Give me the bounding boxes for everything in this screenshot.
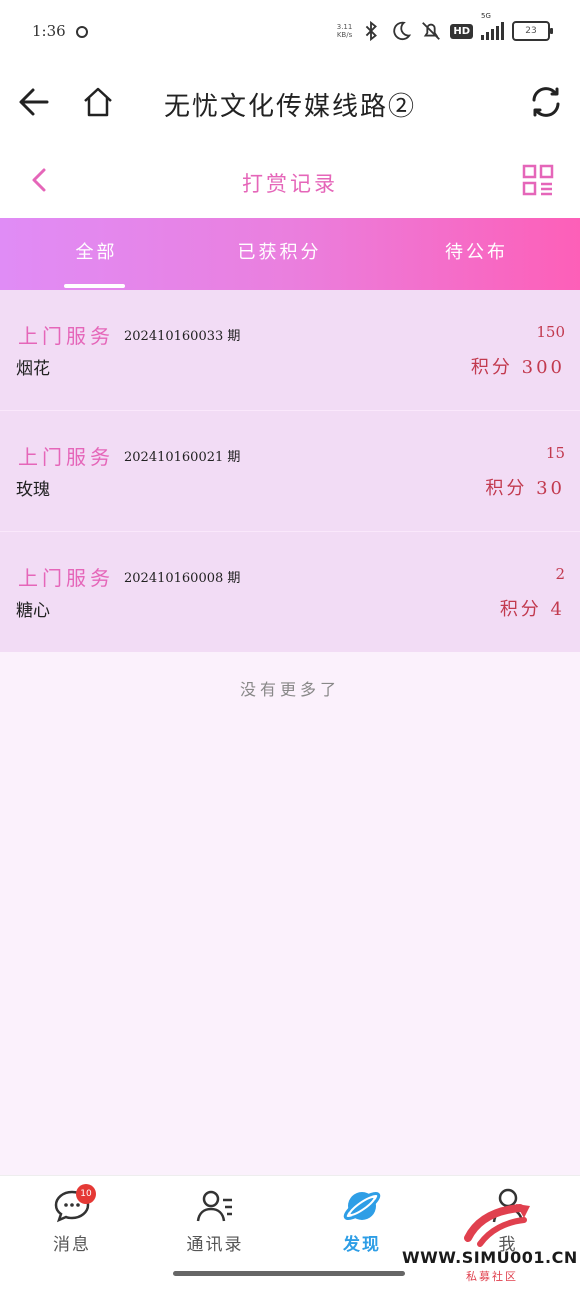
hd-icon: HD [450,23,473,39]
refresh-button[interactable] [526,82,566,122]
record-gift: 玫瑰 [16,480,50,500]
status-icons: 3.11 KB/s HD 5G 23 [337,12,553,46]
discover-planet-icon [343,1192,381,1220]
watermark-sub: 私募社区 [466,1270,518,1283]
no-more-text: 没有更多了 [239,680,340,699]
active-tab-indicator [64,284,125,288]
contacts-icon [196,1190,232,1222]
nav-label: 消息 [53,1235,91,1255]
record-count: 15 [545,444,565,462]
status-bar: 1:36 3.11 KB/s HD 5G 23 [0,0,580,64]
notification-dot-icon [76,26,88,38]
net-speed-unit: KB/s [336,31,353,39]
bluetooth-icon [366,20,378,42]
watermark-logo-icon [464,1204,530,1247]
record-count: 2 [555,565,565,583]
grid-menu-icon [522,164,554,196]
list-item[interactable]: 上门服务 202410160021 期 15 玫瑰 积分 30 [0,411,580,532]
status-time: 1:36 [32,22,66,40]
record-points: 积分 300 [470,357,565,378]
record-period: 202410160008 期 [124,571,241,586]
nav-messages[interactable]: 10 消息 [12,1184,132,1255]
moon-icon [393,21,412,41]
record-type: 上门服务 [18,566,114,590]
record-gift: 烟花 [16,359,50,379]
signal-icon: 5G [481,12,504,40]
watermark-text: WWW.SIMU001.CN [402,1248,578,1267]
record-period: 202410160021 期 [124,450,241,465]
back-button[interactable] [14,82,54,122]
home-button[interactable] [78,82,118,122]
record-type: 上门服务 [18,324,114,348]
arrow-left-icon [19,88,49,116]
net-speed-value: 3.11 [336,23,353,31]
list-item[interactable]: 上门服务 202410160033 期 150 烟花 积分 300 [0,290,580,411]
tab-bar: 全部 已获积分 待公布 [0,218,580,290]
tab-earned-points[interactable]: 已获积分 [183,218,376,290]
record-points: 积分 30 [485,478,565,499]
record-type: 上门服务 [18,445,114,469]
record-points: 积分 4 [499,599,565,620]
home-indicator[interactable] [173,1271,405,1276]
record-list: 上门服务 202410160033 期 150 烟花 积分 300 上门服务 2… [0,290,580,652]
home-icon [84,87,112,117]
record-count: 150 [536,323,565,341]
record-period: 202410160033 期 [124,329,241,344]
record-gift: 糖心 [16,601,50,621]
app-title: 无忧文化传媒线路② [163,92,416,122]
list-item[interactable]: 上门服务 202410160008 期 2 糖心 积分 4 [0,532,580,652]
nav-label: 通讯录 [186,1235,244,1255]
tab-pending[interactable]: 待公布 [380,218,573,290]
app-header: 无忧文化传媒线路② [0,64,580,144]
page-title: 打赏记录 [242,172,338,196]
sub-header: 打赏记录 [0,144,580,218]
tab-all[interactable]: 全部 [0,218,193,290]
unread-badge: 10 [76,1184,96,1204]
menu-button[interactable] [518,160,558,200]
watermark: WWW.SIMU001.CN 私募社区 [402,1200,578,1285]
mute-icon [422,22,441,40]
refresh-icon [532,87,560,117]
net-speed: 3.11 KB/s [337,23,353,39]
network-type: 5G [481,12,491,20]
nav-contacts[interactable]: 通讯录 [155,1186,275,1255]
battery-icon: 23 [512,21,553,41]
